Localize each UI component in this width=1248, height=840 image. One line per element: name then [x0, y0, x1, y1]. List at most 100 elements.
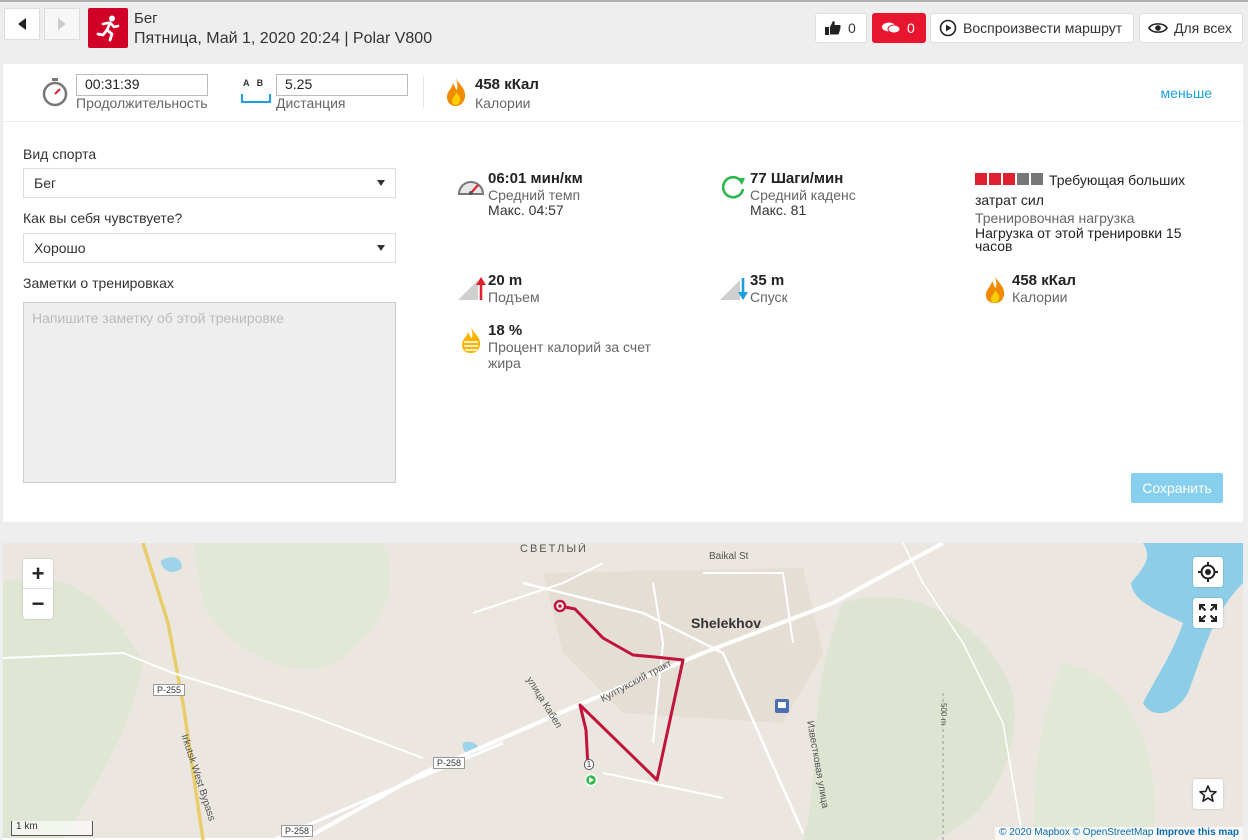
training-load-bar — [975, 173, 987, 185]
fat-burn-icon — [462, 327, 481, 353]
notes-placeholder: Напишите заметку об этой тренировке — [32, 310, 284, 326]
map-scale: 1 km — [11, 821, 93, 836]
improve-map-link[interactable]: Improve this map — [1156, 827, 1239, 838]
cadence-icon — [721, 175, 745, 199]
back-button[interactable] — [4, 8, 40, 40]
comment-count: 0 — [907, 20, 915, 36]
running-sport-icon — [88, 8, 128, 48]
play-route-label: Воспроизвести маршрут — [963, 20, 1123, 36]
fat-value: 18 % — [488, 322, 523, 339]
favorite-button[interactable] — [1193, 779, 1223, 809]
zoom-out-button[interactable]: − — [23, 589, 53, 619]
map-attribution: © 2020 Mapbox © OpenStreetMap Improve th… — [995, 827, 1243, 840]
notes-label: Заметки о тренировках — [23, 275, 174, 291]
training-load-bars — [975, 173, 1043, 185]
speedometer-icon — [457, 181, 485, 195]
feeling-select[interactable]: Хорошо — [23, 233, 396, 263]
zoom-in-button[interactable]: + — [23, 559, 53, 589]
road-sign-r258: Р-258 — [433, 757, 466, 769]
crosshair-icon — [1198, 562, 1218, 582]
training-load-bar — [1031, 173, 1043, 185]
fullscreen-icon — [1199, 604, 1217, 622]
calories-label: Калории — [475, 95, 531, 111]
sport-type-label: Вид спорта — [23, 146, 97, 162]
training-load-bar — [989, 173, 1001, 185]
star-icon — [1199, 785, 1217, 803]
sport-type-value: Бег — [34, 175, 57, 191]
ascent-value: 20 m — [488, 272, 523, 289]
feeling-value: Хорошо — [34, 240, 86, 256]
fat-label: Процент калорий за счет — [488, 339, 651, 355]
arrow-right-icon — [58, 18, 66, 30]
ascent-label: Подъем — [488, 289, 540, 305]
dropdown-arrow-icon — [377, 180, 385, 186]
fullscreen-button[interactable] — [1193, 598, 1223, 628]
zoom-controls: + − — [23, 559, 53, 619]
calories-value: 458 кКал — [475, 76, 539, 93]
road-sign-r258: Р-258 — [281, 825, 314, 837]
pace-value: 06:01 мин/км — [488, 170, 583, 187]
summary-divider — [423, 76, 424, 108]
sport-type-select[interactable]: Бег — [23, 168, 396, 198]
details-panel: Вид спорта Бег Как вы себя чувствуете? Х… — [3, 122, 1243, 522]
duration-label: Продолжительность — [76, 95, 208, 111]
calories-stat-label: Калории — [1012, 289, 1068, 305]
like-button[interactable]: 0 — [815, 13, 867, 43]
arrow-left-icon — [18, 18, 26, 30]
map-label-baikal: Baikal St — [709, 551, 749, 562]
distance-icon: A B — [241, 78, 273, 106]
comments-icon — [882, 22, 901, 34]
eye-icon — [1148, 23, 1168, 33]
show-less-link[interactable]: меньше — [1161, 85, 1212, 101]
map-label-svetly: СВЕТЛЫЙ — [520, 543, 588, 555]
flame-icon — [986, 276, 1005, 303]
locate-button[interactable] — [1193, 557, 1223, 587]
distance-ab-label: A B — [243, 78, 264, 88]
cadence-value: 77 Шаги/мин — [750, 170, 844, 187]
sport-title: Бег — [134, 10, 158, 27]
road-sign-r255: Р-255 — [153, 684, 186, 696]
feeling-label: Как вы себя чувствуете? — [23, 210, 183, 226]
visibility-label: Для всех — [1174, 20, 1232, 36]
play-route-button[interactable]: Воспроизвести маршрут — [930, 13, 1134, 43]
play-circle-icon — [939, 19, 957, 37]
training-load-bar — [1017, 173, 1029, 185]
notes-textarea[interactable]: Напишите заметку об этой тренировке — [23, 302, 396, 483]
cadence-max: Макс. 81 — [750, 202, 807, 218]
distance-label: Дистанция — [276, 95, 346, 111]
header: Бег Пятница, Май 1, 2020 20:24 | Polar V… — [0, 2, 1248, 58]
map-label-500m: 500 m — [939, 703, 948, 726]
fat-label-2: жира — [488, 355, 521, 371]
comments-button[interactable]: 0 — [872, 13, 926, 43]
summary-bar: 00:31:39 Продолжительность A B 5.25 Дист… — [3, 64, 1243, 122]
dropdown-arrow-icon — [377, 245, 385, 251]
duration-value: 00:31:39 — [76, 74, 208, 96]
pace-max: Макс. 04:57 — [488, 202, 564, 218]
map-label-shelekhov: Shelekhov — [691, 615, 762, 631]
thumbs-up-icon — [825, 21, 841, 35]
like-count: 0 — [848, 20, 856, 36]
training-load-label: Тренировочная нагрузка — [975, 210, 1135, 226]
flame-icon — [447, 78, 466, 106]
session-subtitle: Пятница, Май 1, 2020 20:24 | Polar V800 — [134, 30, 433, 47]
attribution-osm-link[interactable]: © OpenStreetMap — [1073, 827, 1154, 838]
descent-label: Спуск — [750, 289, 788, 305]
forward-button[interactable] — [44, 8, 80, 40]
cadence-label: Средний каденс — [750, 187, 856, 203]
pace-label: Средний темп — [488, 187, 581, 203]
distance-value: 5.25 — [276, 74, 408, 96]
route-start-marker-label: 1 — [584, 759, 594, 770]
save-button[interactable]: Сохранить — [1131, 473, 1223, 503]
route-map[interactable]: СВЕТЛЫЙ Baikal St Shelekhov улица Кабел … — [3, 543, 1243, 840]
attribution-mapbox-link[interactable]: © 2020 Mapbox — [999, 827, 1070, 838]
stopwatch-icon — [42, 78, 68, 107]
descent-icon — [720, 278, 748, 300]
calories-stat-value: 458 кКал — [1012, 272, 1076, 289]
training-load-title-2: затрат сил — [975, 192, 1044, 208]
visibility-button[interactable]: Для всех — [1139, 13, 1243, 43]
training-load-bar — [1003, 173, 1015, 185]
training-load-desc-2: часов — [975, 238, 1013, 254]
ascent-icon — [458, 277, 486, 300]
training-load-title: Требующая больших — [1049, 172, 1186, 188]
descent-value: 35 m — [750, 272, 785, 289]
